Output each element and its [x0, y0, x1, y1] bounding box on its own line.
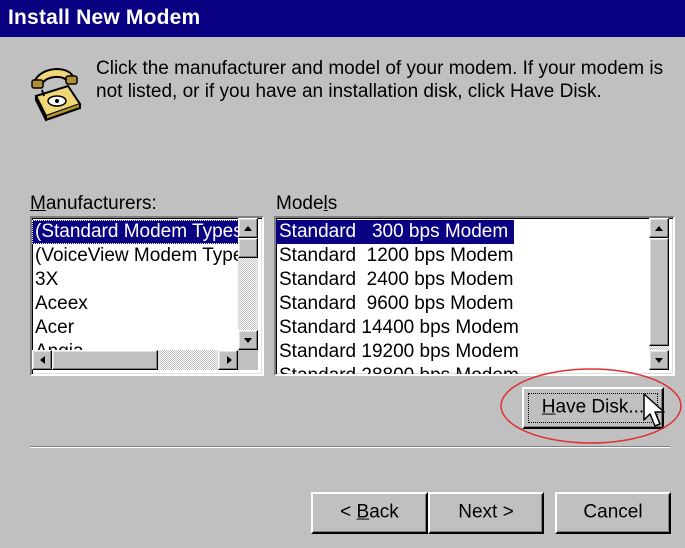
- window-title: Install New Modem: [8, 6, 201, 29]
- back-button[interactable]: < Back: [311, 492, 428, 534]
- scroll-thumb[interactable]: [649, 238, 669, 346]
- arrow-down-icon: [244, 338, 252, 343]
- arrow-left-icon: [40, 356, 45, 364]
- cancel-label: Cancel: [583, 501, 643, 523]
- model-item[interactable]: Standard 14400 bps Modem: [276, 316, 648, 340]
- manufacturer-item[interactable]: 3X: [32, 268, 238, 292]
- models-listbox[interactable]: Standard 300 bps Modem Standard 1200 bps…: [274, 216, 675, 376]
- install-new-modem-dialog: Install New Modem Click the manufacturer…: [0, 0, 685, 548]
- models-label-prefix: Mode: [276, 193, 324, 214]
- manufacturers-label-rest: anufacturers:: [45, 193, 157, 214]
- cancel-button[interactable]: Cancel: [555, 492, 671, 534]
- manufacturers-label-access-key: M: [30, 193, 46, 214]
- scrollbar-corner: [238, 350, 258, 370]
- model-item[interactable]: Standard 1200 bps Modem: [276, 244, 648, 268]
- scroll-up-button[interactable]: [649, 218, 669, 238]
- scroll-down-button[interactable]: [238, 330, 258, 350]
- manufacturers-list: (Standard Modem Types) (VoiceView Modem …: [32, 220, 259, 364]
- models-list: Standard 300 bps Modem Standard 1200 bps…: [276, 220, 648, 374]
- models-vertical-scrollbar[interactable]: [649, 218, 669, 370]
- models-label-rest: s: [327, 193, 338, 214]
- back-prefix: <: [340, 501, 357, 523]
- mouse-pointer-icon: [643, 393, 665, 427]
- back-access-key: B: [356, 501, 370, 523]
- scroll-thumb[interactable]: [238, 238, 258, 258]
- manufacturer-item[interactable]: (Standard Modem Types): [32, 220, 254, 244]
- manufacturer-item[interactable]: Acer: [32, 316, 238, 340]
- models-label: Models: [276, 193, 337, 215]
- horizontal-scroll-thumb[interactable]: [52, 350, 158, 370]
- manufacturer-item[interactable]: (VoiceView Modem Types): [32, 244, 259, 268]
- manufacturer-item[interactable]: Aceex: [32, 292, 238, 316]
- scroll-up-button[interactable]: [238, 218, 258, 238]
- manufacturers-horizontal-scrollbar[interactable]: [32, 350, 238, 370]
- telephone-modem-icon: [31, 67, 82, 122]
- model-item[interactable]: Standard 19200 bps Modem: [276, 340, 648, 364]
- model-item[interactable]: Standard 2400 bps Modem: [276, 268, 648, 292]
- arrow-right-icon: [227, 356, 232, 364]
- scroll-right-button[interactable]: [218, 350, 238, 370]
- next-button[interactable]: Next >: [428, 492, 544, 534]
- model-item[interactable]: Standard 9600 bps Modem: [276, 292, 648, 316]
- manufacturers-listbox[interactable]: (Standard Modem Types) (VoiceView Modem …: [30, 216, 264, 376]
- manufacturers-vertical-scrollbar[interactable]: [238, 218, 258, 350]
- back-label: ack: [369, 501, 399, 523]
- scroll-left-button[interactable]: [32, 350, 52, 370]
- manufacturers-label: Manufacturers:: [30, 193, 157, 215]
- arrow-down-icon: [655, 358, 663, 363]
- separator-line-highlight: [30, 447, 670, 448]
- arrow-up-icon: [244, 226, 252, 231]
- arrow-up-icon: [655, 226, 663, 231]
- instruction-text: Click the manufacturer and model of your…: [96, 58, 664, 102]
- model-item[interactable]: Standard 300 bps Modem: [276, 220, 515, 244]
- next-label: Next >: [458, 501, 514, 523]
- title-bar[interactable]: Install New Modem: [0, 0, 685, 37]
